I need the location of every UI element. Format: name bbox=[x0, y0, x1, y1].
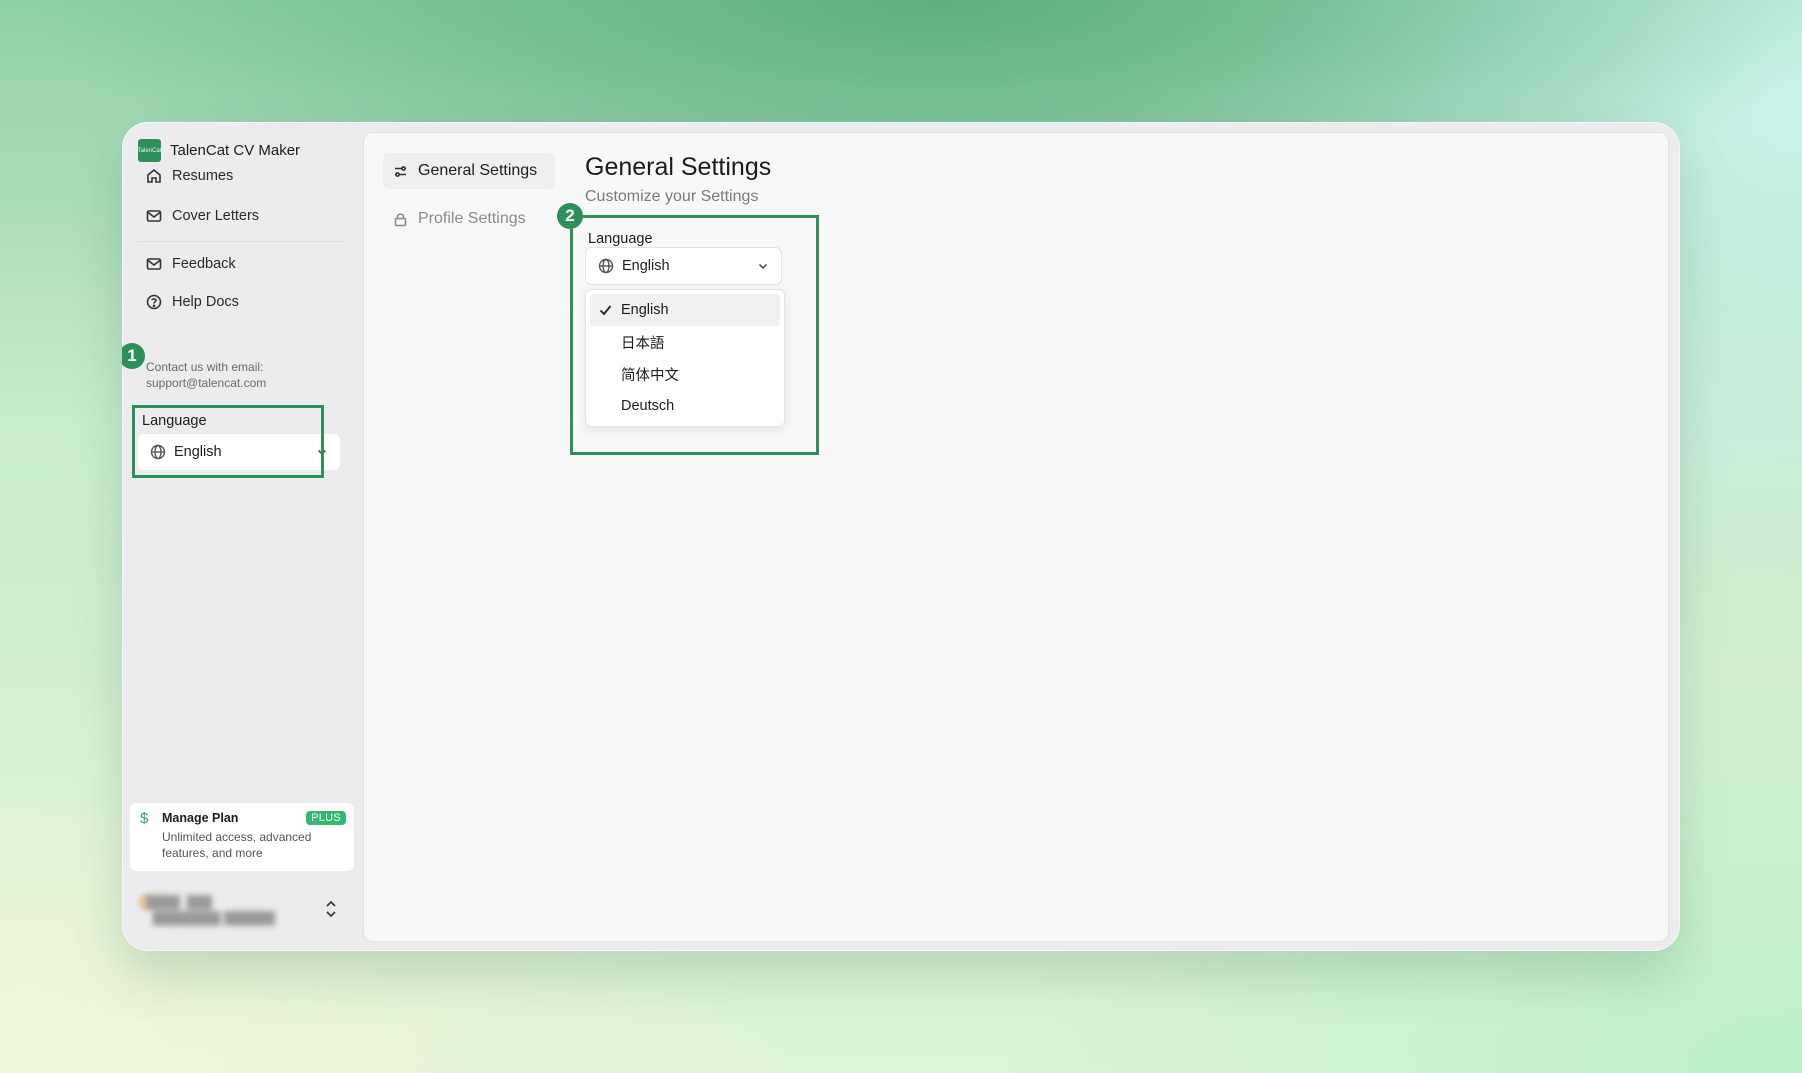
user-info-blurred: ████ ███ ████████ ██████ bbox=[146, 895, 276, 925]
annotation-badge-2: 2 bbox=[557, 203, 583, 229]
sliders-icon bbox=[395, 165, 406, 177]
highlight-box-1 bbox=[132, 405, 324, 478]
home-icon bbox=[147, 168, 161, 183]
sidebar-item-label: Cover Letters bbox=[172, 208, 260, 224]
highlight-box-2 bbox=[570, 215, 819, 455]
page-subtitle: Customize your Settings bbox=[585, 188, 759, 205]
lock-icon bbox=[394, 212, 407, 226]
app-header[interactable]: TalenCat TalenCat CV Maker bbox=[138, 139, 300, 162]
sidebar-item-label: Feedback bbox=[172, 256, 236, 272]
sidebar-item-label: Help Docs bbox=[172, 294, 239, 310]
plan-description: Unlimited access, advanced features, and… bbox=[162, 830, 312, 860]
tab-profile-settings[interactable]: Profile Settings bbox=[383, 201, 555, 237]
sidebar-item-resumes[interactable]: Resumes bbox=[146, 168, 233, 184]
tab-general-settings[interactable]: General Settings bbox=[383, 153, 555, 189]
contact-info: Contact us with email: support@talencat.… bbox=[146, 359, 266, 391]
mail-icon bbox=[146, 210, 162, 222]
sidebar-item-cover-letters[interactable]: Cover Letters bbox=[146, 208, 259, 224]
manage-plan-card[interactable]: $ Manage Plan PLUS Unlimited access, adv… bbox=[130, 803, 354, 871]
sidebar-divider bbox=[138, 241, 346, 242]
sidebar-item-label: Resumes bbox=[172, 168, 234, 184]
contact-label: Contact us with email: bbox=[146, 360, 264, 374]
sidebar-item-feedback[interactable]: Feedback bbox=[146, 256, 236, 272]
chevrons-up-down-icon bbox=[326, 900, 336, 918]
app-window: TalenCat TalenCat CV Maker Resumes Cover… bbox=[122, 122, 1680, 951]
plan-badge: PLUS bbox=[306, 811, 346, 825]
sidebar: TalenCat TalenCat CV Maker Resumes Cover… bbox=[122, 122, 363, 951]
app-title: TalenCat CV Maker bbox=[170, 142, 301, 159]
page-title: General Settings bbox=[585, 153, 772, 181]
annotation-badge-1: 1 bbox=[122, 343, 145, 369]
user-menu[interactable]: ████ ███ ████████ ██████ bbox=[138, 888, 348, 932]
tab-label: Profile Settings bbox=[418, 210, 526, 227]
dollar-icon: $ bbox=[140, 810, 149, 827]
main-panel: General Settings Profile Settings Genera… bbox=[363, 132, 1669, 942]
help-circle-icon bbox=[146, 294, 162, 310]
mail-icon bbox=[146, 258, 162, 270]
app-logo: TalenCat bbox=[138, 139, 161, 162]
sidebar-item-help-docs[interactable]: Help Docs bbox=[146, 294, 239, 310]
contact-email[interactable]: support@talencat.com bbox=[146, 375, 266, 391]
tab-label: General Settings bbox=[418, 162, 538, 179]
